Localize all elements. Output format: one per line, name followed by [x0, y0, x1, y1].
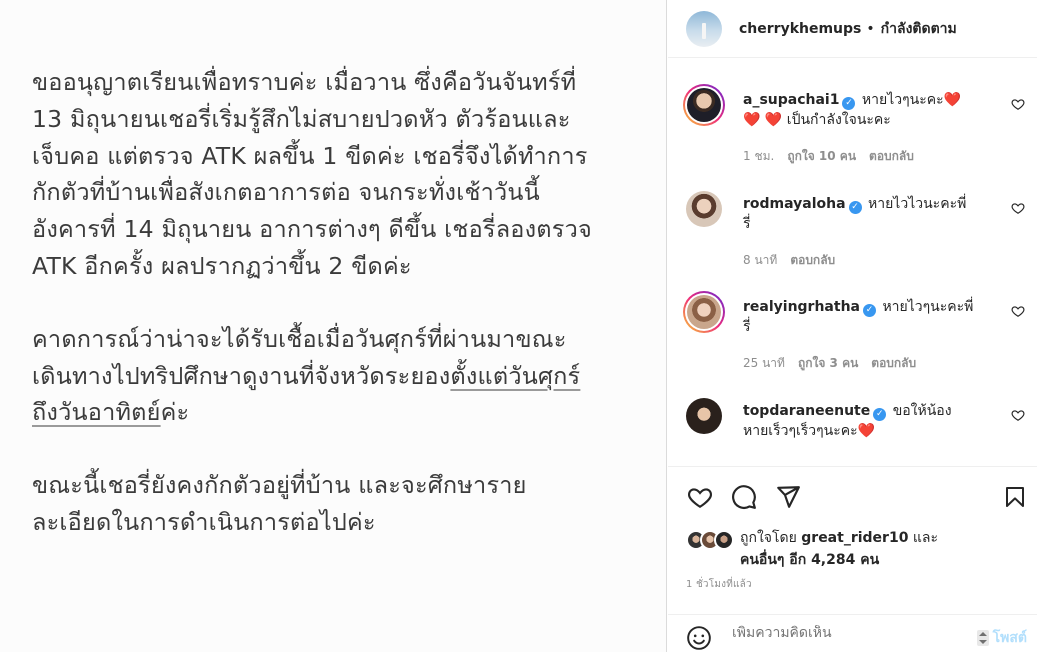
speech-bubble-icon — [732, 485, 756, 509]
post-side-panel: cherrykhemups • กำลังติดตาม a_supachai1 ✓… — [668, 0, 1037, 652]
post-media: ขออนุญาตเรียนเพื่อทราบค่ะ เมื่อวาน ซึ่งค… — [0, 0, 667, 652]
commenter-username[interactable]: realyingrhatha — [743, 299, 860, 315]
following-button[interactable]: กำลังติดตาม — [881, 18, 957, 40]
verified-badge-icon: ✓ — [842, 97, 856, 110]
post-paragraph-2: คาดการณ์ว่าน่าจะได้รับเชื้อเมื่อวันศุกร์… — [32, 321, 647, 431]
reply-button[interactable]: ตอบกลับ — [869, 147, 914, 166]
author-username[interactable]: cherrykhemups — [739, 21, 861, 37]
likes-text: ถูกใจโดย great_rider10 และ คนอื่นๆ อีก 4… — [740, 527, 1020, 571]
liker-avatar[interactable] — [714, 530, 734, 550]
emoji-icon[interactable] — [686, 625, 712, 651]
comment-body: a_supachai1 ✓ หายไวๆนะคะ❤️ ❤️ ❤️ เป็นกำลั… — [743, 90, 995, 130]
post-paragraph-2-end: ค่ะ — [160, 398, 190, 427]
commenter-avatar[interactable] — [683, 84, 725, 126]
comment-meta: 1 ชม. ถูกใจ 10 คน ตอบกลับ — [743, 147, 914, 166]
liker-username[interactable]: great_rider10 — [801, 530, 908, 546]
add-comment-bar: โพสต์ — [668, 614, 1037, 652]
post-paragraph-3: ขณะนี้เชอรี่ยังคงกักตัวอยู่ที่บ้าน และจะ… — [32, 471, 527, 536]
paper-plane-icon — [777, 486, 800, 508]
heart-icon[interactable] — [1011, 408, 1025, 422]
heart-icon[interactable] — [1011, 201, 1025, 215]
comments-list[interactable]: a_supachai1 ✓ หายไวๆนะคะ❤️ ❤️ ❤️ เป็นกำลั… — [668, 59, 1037, 465]
commenter-avatar[interactable] — [686, 191, 722, 227]
post-actions — [668, 466, 1037, 526]
comment-text: เป็นกำลังใจนะคะ — [786, 112, 891, 128]
heart-icon[interactable] — [1011, 97, 1025, 111]
comment-body: topdaraneenute ✓ ขอให้น้อง หายเร็วๆเร็วๆน… — [743, 401, 995, 441]
comment-body: realyingrhatha ✓ หายไวๆนะคะพี่ รี่ — [743, 297, 995, 337]
comment-body: rodmayaloha ✓ หายไวไวนะคะพี่ รี่ — [743, 194, 995, 234]
commenter-username[interactable]: a_supachai1 — [743, 92, 839, 108]
reply-button[interactable]: ตอบกลับ — [790, 251, 835, 270]
verified-badge-icon: ✓ — [862, 304, 876, 317]
others-likes-link[interactable]: คนอื่นๆ อีก 4,284 คน — [740, 552, 879, 568]
heart-emoji: ❤️ ❤️ — [743, 112, 783, 128]
author-avatar[interactable] — [686, 10, 722, 47]
comment-meta: 25 นาที ถูกใจ 3 คน ตอบกลับ — [743, 354, 916, 373]
scroll-stepper-icon — [976, 630, 989, 646]
heart-icon[interactable] — [1011, 304, 1025, 318]
post-header: cherrykhemups • กำลังติดตาม — [668, 0, 1037, 58]
comment-button[interactable] — [730, 483, 758, 511]
commenter-avatar[interactable] — [686, 398, 722, 434]
reply-button[interactable]: ตอบกลับ — [871, 354, 916, 373]
share-button[interactable] — [774, 483, 802, 511]
likes-and: และ — [912, 530, 939, 546]
commenter-username[interactable]: topdaraneenute — [743, 403, 870, 419]
verified-badge-icon: ✓ — [873, 408, 887, 421]
bookmark-icon — [1006, 487, 1024, 507]
comment-time: 8 นาที — [743, 253, 778, 267]
commenter-username[interactable]: rodmayaloha — [743, 196, 846, 212]
post-comment-label: โพสต์ — [992, 630, 1027, 646]
save-button[interactable] — [1001, 483, 1029, 511]
post-comment-button[interactable]: โพสต์ — [976, 627, 1027, 649]
comment-likes-button[interactable]: ถูกใจ 3 คน — [798, 354, 858, 373]
comment-text: หายไวๆนะคะ — [861, 92, 944, 108]
heart-emoji: ❤️ — [857, 423, 876, 439]
verified-badge-icon: ✓ — [848, 201, 862, 214]
comment-time: 25 นาที — [743, 356, 785, 370]
post-paragraph-1: ขออนุญาตเรียนเพื่อทราบค่ะ เมื่อวาน ซึ่งค… — [32, 68, 592, 280]
post-text-image: ขออนุญาตเรียนเพื่อทราบค่ะ เมื่อวาน ซึ่งค… — [32, 64, 647, 577]
likes-summary: ถูกใจโดย great_rider10 และ คนอื่นๆ อีก 4… — [686, 526, 1026, 568]
likes-prefix: ถูกใจโดย — [740, 530, 797, 546]
heart-emoji: ❤️ — [943, 92, 962, 108]
comment-meta: 8 นาที ตอบกลับ — [743, 251, 835, 270]
commenter-avatar[interactable] — [683, 291, 725, 333]
like-button[interactable] — [686, 483, 714, 511]
post-timestamp[interactable]: 1 ชั่วโมงที่แล้ว — [686, 577, 752, 592]
comment-likes-button[interactable]: ถูกใจ 10 คน — [787, 147, 856, 166]
separator-dot: • — [866, 20, 875, 37]
comment-input[interactable] — [732, 625, 952, 641]
heart-icon — [687, 488, 713, 509]
comment-time: 1 ชม. — [743, 149, 775, 163]
